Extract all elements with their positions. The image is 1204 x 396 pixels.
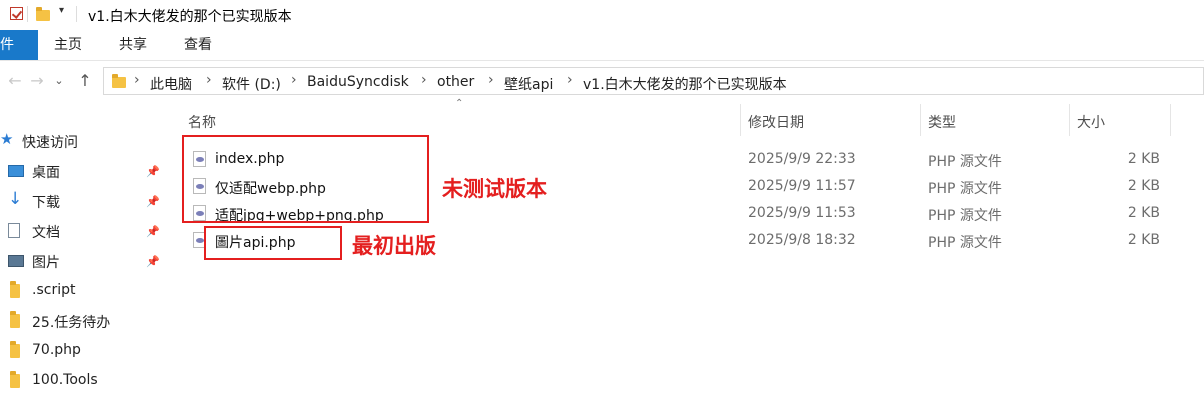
breadcrumb-wallpaper-api[interactable]: 壁纸api xyxy=(504,74,553,94)
file-type: PHP 源文件 xyxy=(928,154,1002,170)
recent-locations-chevron-icon[interactable]: ⌄ xyxy=(48,68,70,94)
column-header-type[interactable]: 类型 xyxy=(928,112,956,132)
file-type: PHP 源文件 xyxy=(928,181,1002,197)
file-size: 2 KB xyxy=(1127,232,1160,248)
sidebar-item-label: 快速访问 xyxy=(22,135,78,151)
folder-icon xyxy=(112,74,126,88)
file-size: 2 KB xyxy=(1127,178,1160,194)
tab-home[interactable]: 主页 xyxy=(54,30,82,60)
sidebar-item-label: .script xyxy=(32,282,76,298)
untested-version-annotation: 未测试版本 xyxy=(442,177,547,201)
new-folder-icon[interactable] xyxy=(36,7,50,21)
navigation-bar: ← → ⌄ ↑ › 此电脑 › 软件 (D:) › BaiduSyncdisk … xyxy=(0,62,1204,100)
breadcrumb-separator-icon[interactable]: › xyxy=(567,72,573,88)
download-icon: ↓ xyxy=(8,189,23,209)
column-divider[interactable] xyxy=(1069,104,1070,136)
column-header-size[interactable]: 大小 xyxy=(1077,112,1105,132)
sidebar-item-label: 100.Tools xyxy=(32,372,98,388)
file-modified: 2025/9/9 11:53 xyxy=(748,205,856,221)
back-arrow-icon[interactable]: ← xyxy=(4,68,26,94)
column-header-name[interactable]: 名称 xyxy=(188,112,216,132)
file-modified: 2025/9/8 18:32 xyxy=(748,232,856,248)
breadcrumb-baidusyncdisk[interactable]: BaiduSyncdisk xyxy=(307,74,409,90)
first-version-annotation: 最初出版 xyxy=(352,234,436,258)
file-type: PHP 源文件 xyxy=(928,208,1002,224)
divider xyxy=(76,6,77,22)
breadcrumb-current-folder[interactable]: v1.白木大佬发的那个已实现版本 xyxy=(583,74,787,94)
window-title: v1.白木大佬发的那个已实现版本 xyxy=(88,9,292,25)
file-size: 2 KB xyxy=(1127,151,1160,167)
pin-icon[interactable]: 📌 xyxy=(146,255,160,268)
sidebar-item-script[interactable]: .script xyxy=(0,276,163,306)
sidebar-item-label: 桌面 xyxy=(32,165,60,181)
navigation-pane: ★ 快速访问 桌面 📌 ↓ 下载 📌 文档 📌 图片 📌 .script 25.… xyxy=(0,100,163,388)
divider xyxy=(27,6,28,22)
sidebar-item-tools[interactable]: 100.Tools xyxy=(0,366,163,396)
sidebar-item-label: 下载 xyxy=(32,195,60,211)
quick-access-dropdown-icon[interactable]: ▾ xyxy=(59,5,64,16)
tab-view[interactable]: 查看 xyxy=(184,30,212,60)
pin-icon[interactable]: 📌 xyxy=(146,165,160,178)
column-divider[interactable] xyxy=(920,104,921,136)
sidebar-item-label: 25.任务待办 xyxy=(32,315,111,331)
sidebar-item-label: 图片 xyxy=(32,255,60,271)
document-icon xyxy=(8,223,20,238)
folder-icon xyxy=(10,311,20,328)
breadcrumb-separator-icon[interactable]: › xyxy=(291,72,297,88)
sidebar-item-desktop[interactable]: 桌面 📌 xyxy=(0,156,163,186)
file-modified: 2025/9/9 22:33 xyxy=(748,151,856,167)
properties-checkbox-icon[interactable] xyxy=(10,7,23,20)
pin-icon[interactable]: 📌 xyxy=(146,195,160,208)
tab-file[interactable]: 件 xyxy=(0,30,38,60)
file-modified: 2025/9/9 11:57 xyxy=(748,178,856,194)
sidebar-item-quick-access[interactable]: ★ 快速访问 xyxy=(0,126,163,156)
sidebar-item-tasks[interactable]: 25.任务待办 xyxy=(0,306,163,336)
forward-arrow-icon[interactable]: → xyxy=(26,68,48,94)
sidebar-item-pictures[interactable]: 图片 📌 xyxy=(0,246,163,276)
column-divider[interactable] xyxy=(1170,104,1171,136)
star-icon: ★ xyxy=(0,130,14,148)
breadcrumb-this-pc[interactable]: 此电脑 xyxy=(150,74,192,94)
breadcrumb-separator-icon[interactable]: › xyxy=(488,72,494,88)
sidebar-item-documents[interactable]: 文档 📌 xyxy=(0,216,163,246)
breadcrumb-separator-icon[interactable]: › xyxy=(421,72,427,88)
sort-chevron-icon[interactable]: ⌃ xyxy=(455,98,463,109)
folder-icon xyxy=(10,341,20,358)
up-arrow-icon[interactable]: ↑ xyxy=(74,68,96,94)
folder-icon xyxy=(10,281,20,298)
breadcrumb-drive-d[interactable]: 软件 (D:) xyxy=(222,74,281,94)
breadcrumb-other[interactable]: other xyxy=(437,74,474,90)
title-bar: ▾ v1.白木大佬发的那个已实现版本 xyxy=(0,0,1204,30)
file-type: PHP 源文件 xyxy=(928,235,1002,251)
file-size: 2 KB xyxy=(1127,205,1160,221)
folder-icon xyxy=(10,371,20,388)
column-divider[interactable] xyxy=(740,104,741,136)
sidebar-item-label: 文档 xyxy=(32,225,60,241)
column-header-modified[interactable]: 修改日期 xyxy=(748,112,804,132)
pin-icon[interactable]: 📌 xyxy=(146,225,160,238)
pictures-icon xyxy=(8,255,24,267)
sidebar-item-downloads[interactable]: ↓ 下载 📌 xyxy=(0,186,163,216)
tab-share[interactable]: 共享 xyxy=(119,30,147,60)
sidebar-item-label: 70.php xyxy=(32,342,81,358)
desktop-icon xyxy=(8,165,24,177)
sidebar-item-php[interactable]: 70.php xyxy=(0,336,163,366)
breadcrumb-separator-icon[interactable]: › xyxy=(134,72,140,88)
ribbon-tabs: 件 主页 共享 查看 xyxy=(0,30,1204,61)
untested-highlight-box xyxy=(182,135,429,223)
address-bar[interactable]: › 此电脑 › 软件 (D:) › BaiduSyncdisk › other … xyxy=(103,67,1204,95)
breadcrumb-separator-icon[interactable]: › xyxy=(206,72,212,88)
first-version-highlight-box xyxy=(204,226,342,260)
